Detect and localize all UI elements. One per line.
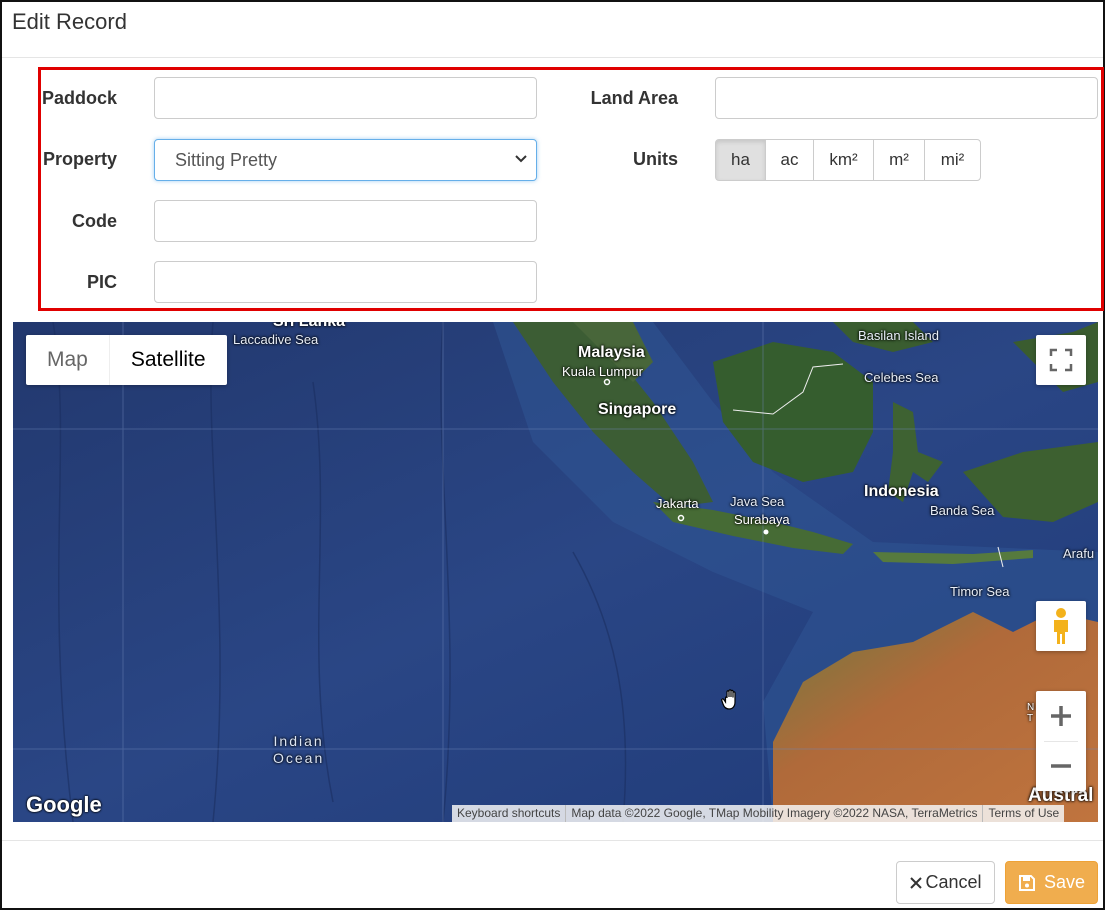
label-banda-sea: Banda Sea (930, 503, 995, 518)
map-type-satellite-button[interactable]: Satellite (108, 335, 227, 385)
chevron-down-icon (515, 155, 527, 163)
dialog-title: Edit Record (12, 9, 127, 34)
save-label: Save (1043, 872, 1086, 892)
paddock-input[interactable] (154, 77, 537, 119)
label-northern-territory: NT (1027, 702, 1035, 724)
label-java-sea: Java Sea (730, 494, 785, 509)
google-logo: Google (26, 792, 102, 817)
label-basilan-island: Basilan Island (858, 328, 939, 343)
zoom-control (1036, 691, 1086, 791)
satellite-map[interactable]: Sri Lanka Laccadive Sea Malaysia Kuala L… (13, 322, 1098, 822)
code-input[interactable] (154, 200, 537, 242)
map-attribution-bar: Keyboard shortcuts Map data ©2022 Google… (452, 805, 1065, 822)
kuala-lumpur-marker (603, 378, 611, 386)
zoom-in-button[interactable] (1036, 691, 1086, 741)
property-selected-value: Sitting Pretty (175, 150, 278, 170)
keyboard-shortcuts-link[interactable]: Keyboard shortcuts (452, 805, 565, 822)
units-button-group: ha ac km² m² mi² (715, 139, 981, 181)
surabaya-marker (763, 529, 769, 535)
label-jakarta: Jakarta (656, 496, 699, 511)
label-celebes-sea: Celebes Sea (864, 370, 939, 385)
unit-ac-button[interactable]: ac (765, 139, 814, 181)
header-divider (2, 57, 1103, 58)
map-imagery (13, 322, 1098, 822)
fullscreen-icon (1049, 348, 1073, 372)
property-label: Property (42, 149, 117, 169)
cancel-button[interactable]: Cancel (896, 861, 995, 904)
land-area-input[interactable] (715, 77, 1098, 119)
fullscreen-button[interactable] (1036, 335, 1086, 385)
jakarta-marker (677, 514, 685, 522)
pic-input[interactable] (154, 261, 537, 303)
code-label: Code (72, 211, 117, 231)
paddock-label: Paddock (42, 88, 118, 108)
land-area-label: Land Area (590, 88, 678, 108)
map-data-credit: Map data ©2022 Google, TMap Mobility Ima… (565, 805, 982, 822)
footer-divider (2, 840, 1103, 841)
label-surabaya: Surabaya (734, 512, 790, 527)
unit-mi2-button[interactable]: mi² (924, 139, 981, 181)
unit-ha-button[interactable]: ha (715, 139, 766, 181)
label-arafura: Arafu (1063, 546, 1095, 561)
street-view-button[interactable] (1036, 601, 1086, 651)
map-type-map-button[interactable]: Map (26, 335, 109, 385)
zoom-out-button[interactable] (1036, 741, 1086, 791)
floppy-disk-icon (1018, 874, 1035, 891)
hand-cursor-icon (721, 689, 736, 710)
pic-label: PIC (86, 272, 117, 292)
close-icon (910, 876, 923, 889)
label-singapore: Singapore (598, 401, 677, 418)
label-indonesia: Indonesia (864, 483, 939, 500)
label-kuala-lumpur: Kuala Lumpur (562, 364, 643, 379)
minus-icon (1051, 764, 1071, 768)
cancel-label: Cancel (925, 872, 982, 892)
terms-of-use-link[interactable]: Terms of Use (982, 805, 1064, 822)
map-type-control: Map Satellite (26, 335, 227, 385)
label-indian-ocean: Indian Ocean (273, 733, 325, 766)
property-select[interactable]: Sitting Pretty (154, 139, 537, 181)
plus-icon (1051, 706, 1071, 726)
edit-record-dialog: Edit Record Paddock Property Sitting Pre… (0, 0, 1105, 910)
units-label: Units (633, 149, 678, 169)
label-sri-lanka: Sri Lanka (273, 322, 345, 331)
zoom-divider (1044, 741, 1078, 742)
pegman-icon (1054, 608, 1068, 644)
unit-km2-button[interactable]: km² (813, 139, 874, 181)
label-malaysia: Malaysia (578, 344, 645, 361)
label-laccadive-sea: Laccadive Sea (233, 332, 319, 347)
save-button[interactable]: Save (1005, 861, 1098, 904)
unit-m2-button[interactable]: m² (873, 139, 925, 181)
label-timor-sea: Timor Sea (950, 584, 1010, 599)
